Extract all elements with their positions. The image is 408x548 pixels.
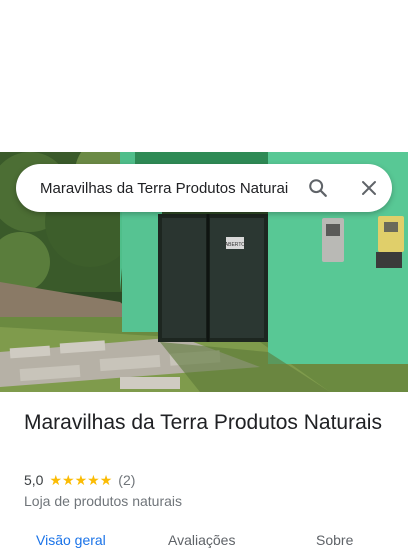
close-icon <box>362 181 376 195</box>
star-icon: ★ <box>74 472 88 488</box>
place-info-panel: Maravilhas da Terra Produtos Naturais 5,… <box>0 392 408 548</box>
tab-about[interactable]: Sobre <box>316 532 353 548</box>
search-input[interactable]: Maravilhas da Terra Produtos Naturais <box>40 180 288 197</box>
rating-value: 5,0 <box>24 472 44 488</box>
review-count: (2) <box>118 472 136 488</box>
place-title: Maravilhas da Terra Produtos Naturais <box>24 411 382 434</box>
rating-stars: ★ ★ ★ ★ ★ <box>49 473 112 487</box>
star-icon: ★ <box>49 472 63 488</box>
search-button[interactable] <box>306 176 330 200</box>
door-sign-text: ABERTO <box>225 242 245 248</box>
star-icon: ★ <box>99 472 113 488</box>
tab-overview[interactable]: Visão geral <box>36 532 106 548</box>
search-bar[interactable]: Maravilhas da Terra Produtos Naturais <box>16 164 392 212</box>
place-category: Loja de produtos naturais <box>24 493 182 509</box>
rating-row[interactable]: 5,0 ★ ★ ★ ★ ★ (2) <box>24 472 135 488</box>
star-icon: ★ <box>87 472 100 488</box>
search-icon <box>309 179 327 197</box>
clear-search-button[interactable] <box>357 176 381 200</box>
tab-reviews[interactable]: Avaliações <box>168 532 235 548</box>
top-blank-area <box>0 0 408 152</box>
star-icon: ★ <box>62 472 75 488</box>
